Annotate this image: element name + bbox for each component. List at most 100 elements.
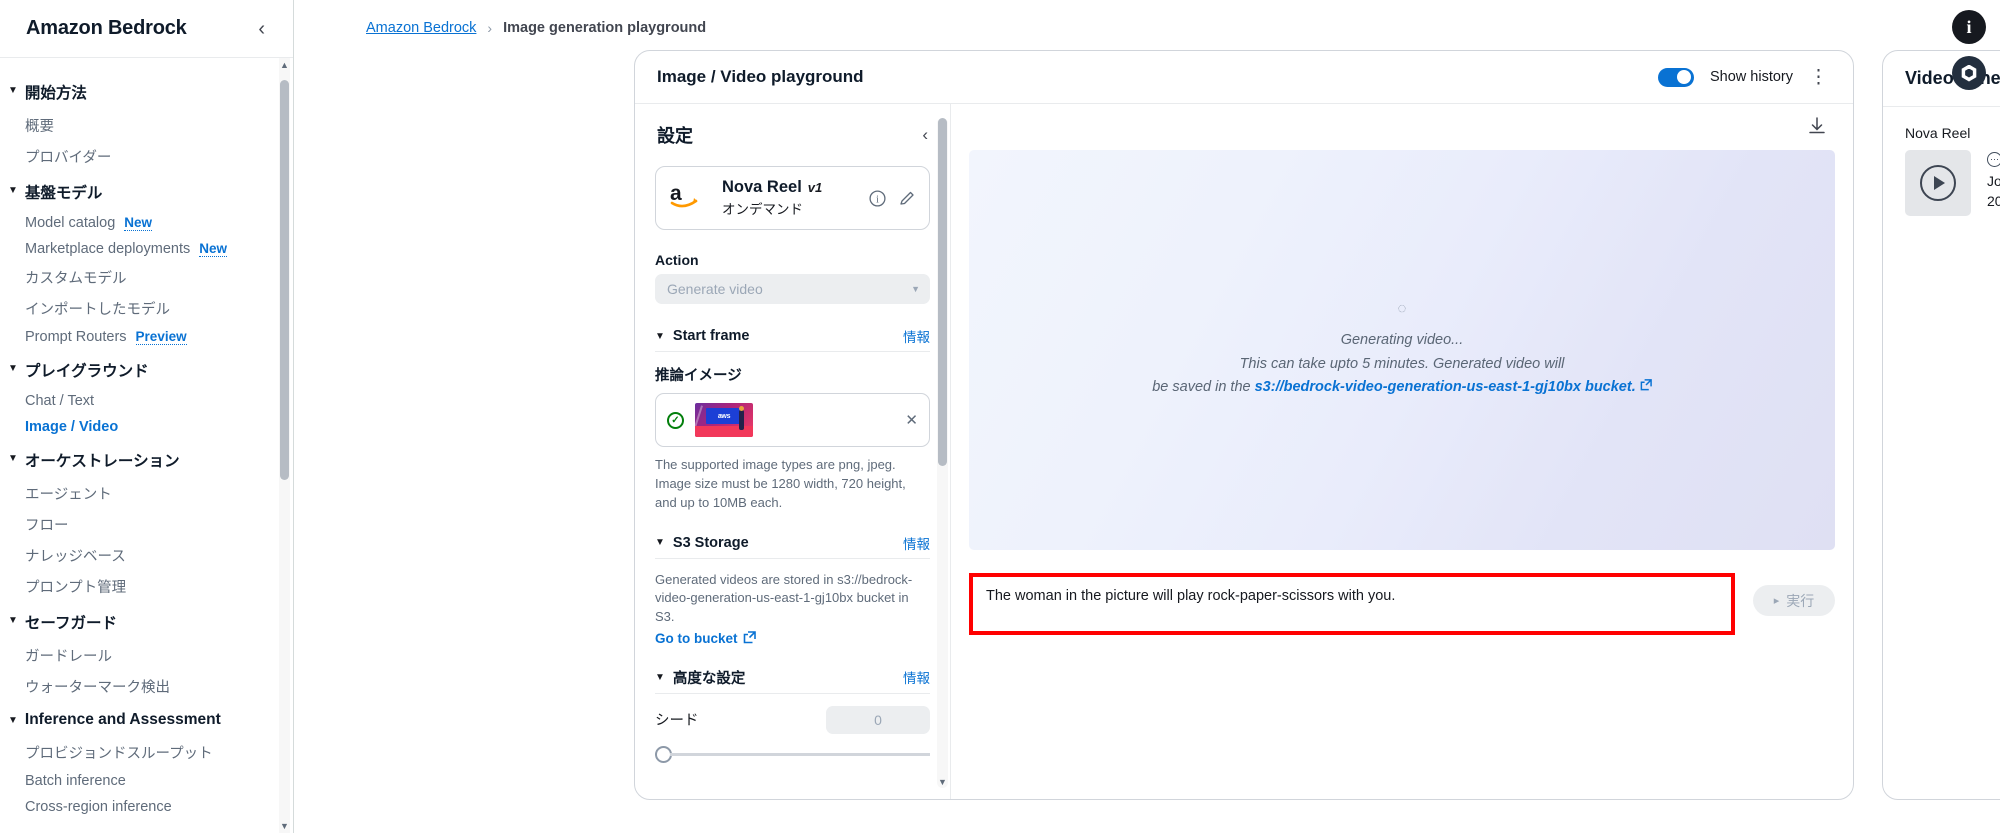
advanced-info-link[interactable]: 情報 bbox=[903, 667, 930, 687]
sidebar-item-[interactable]: ガードレール bbox=[0, 640, 293, 671]
s3-section-header[interactable]: ▼ S3 Storage 情報 bbox=[655, 533, 930, 559]
sidebar-group-label: 基盤モデル bbox=[24, 185, 103, 202]
sidebar-group-5[interactable]: ▼ Inference and Assessment bbox=[0, 702, 293, 737]
seed-label: シード bbox=[655, 713, 699, 730]
advanced-section-header[interactable]: ▼ 高度な設定 情報 bbox=[655, 667, 930, 694]
stage-screen: aws bbox=[706, 408, 742, 424]
seed-slider[interactable] bbox=[655, 745, 930, 763]
sidebar-item-[interactable]: 概要 bbox=[0, 110, 293, 141]
sidebar-item-[interactable]: ウォーターマーク検出 bbox=[0, 671, 293, 702]
prompt-input[interactable] bbox=[986, 586, 1718, 622]
sidebar: Amazon Bedrock ‹ ▼ 開始方法 概要 プロバイダー ▼ 基盤モデル Mode… bbox=[0, 0, 294, 833]
sidebar-item-marketplace-deployments[interactable]: Marketplace deployments New bbox=[0, 236, 293, 262]
jobs-list: Nova Reel ⋯In progress Job ID: 0mrm39bzbvq… bbox=[1883, 107, 2000, 216]
remove-image-icon[interactable]: ✕ bbox=[905, 411, 918, 429]
play-icon[interactable] bbox=[1920, 165, 1956, 201]
info-fab[interactable]: i bbox=[1952, 10, 1986, 44]
sidebar-item-label: ナレッジベース bbox=[25, 549, 126, 565]
start-frame-title-row: ▼ Start frame bbox=[655, 327, 749, 346]
sidebar-group-3[interactable]: ▼ オーケストレーション bbox=[0, 440, 293, 478]
sidebar-item-cross-region-inference[interactable]: Cross-region inference bbox=[0, 794, 293, 820]
playground-card: Image / Video playground Show history ⋮ … bbox=[634, 50, 1854, 800]
playground-more-options-icon[interactable]: ⋮ bbox=[1809, 68, 1829, 87]
external-link-icon[interactable] bbox=[1640, 379, 1652, 394]
sidebar-item-chat-text[interactable]: Chat / Text bbox=[0, 388, 293, 414]
run-button-label: 実行 bbox=[1786, 592, 1815, 609]
settings-scrollbar[interactable]: ▲ ▼ bbox=[937, 118, 948, 788]
download-icon[interactable] bbox=[1807, 116, 1827, 146]
go-to-bucket-link[interactable]: Go to bucket bbox=[655, 630, 756, 647]
run-button[interactable]: ▸ 実行 bbox=[1753, 585, 1835, 616]
sidebar-item-image-video[interactable]: Image / Video bbox=[0, 414, 293, 440]
sidebar-scroll-thumb[interactable] bbox=[280, 80, 289, 480]
settings-collapse-icon[interactable]: ‹ bbox=[922, 125, 928, 145]
sidebar-item-[interactable]: エージェント bbox=[0, 478, 293, 509]
preview-pane: ◌ Generating video... This can take upto… bbox=[951, 104, 1853, 799]
sidebar-item-[interactable]: プロビジョンドスループット bbox=[0, 737, 293, 768]
sidebar-collapse-icon[interactable]: ‹ bbox=[252, 17, 271, 41]
sidebar-item-prompt-routers[interactable]: Prompt Routers Preview bbox=[0, 324, 293, 350]
stage-floor bbox=[695, 426, 753, 437]
sidebar-item-[interactable]: プロンプト管理 bbox=[0, 571, 293, 602]
playground-body: 設定 ‹ a Nova Reel v1 オンデマンド i Action Gene… bbox=[635, 104, 1853, 799]
sidebar-header: Amazon Bedrock ‹ bbox=[0, 0, 293, 58]
sidebar-item-label: インポートしたモデル bbox=[25, 302, 170, 318]
s3-info-link[interactable]: 情報 bbox=[903, 533, 930, 553]
section-caret-icon: ▼ bbox=[655, 537, 665, 549]
sidebar-group-4[interactable]: ▼ セーフガード bbox=[0, 602, 293, 640]
sidebar-item-[interactable]: プロバイダー bbox=[0, 141, 293, 172]
seed-input[interactable] bbox=[826, 705, 930, 734]
job-thumbnail[interactable] bbox=[1905, 150, 1971, 216]
sidebar-item-batch-inference[interactable]: Batch inference bbox=[0, 768, 293, 794]
scroll-down-icon[interactable]: ▼ bbox=[280, 821, 289, 831]
sidebar-scrollbar[interactable]: ▲ ▼ bbox=[279, 58, 290, 833]
sidebar-item-badge: New bbox=[124, 215, 153, 231]
loading-spinner-icon: ◌ bbox=[1397, 299, 1407, 317]
start-frame-image-item[interactable]: ✓ aws ✕ bbox=[655, 393, 930, 447]
chevron-down-icon: ▼ bbox=[911, 284, 920, 294]
start-frame-section-header[interactable]: ▼ Start frame 情報 bbox=[655, 326, 930, 352]
breadcrumb: Amazon Bedrock › Image generation playgr… bbox=[294, 14, 2000, 36]
sidebar-item-[interactable]: ナレッジベース bbox=[0, 540, 293, 571]
sidebar-item-[interactable]: インポートしたモデル bbox=[0, 293, 293, 324]
sidebar-group-2[interactable]: ▼ プレイグラウンド bbox=[0, 350, 293, 388]
svg-text:a: a bbox=[670, 183, 682, 205]
job-item: Nova Reel ⋯In progress Job ID: 0mrm39bzbvq… bbox=[1905, 125, 2000, 216]
settings-scroll-content: a Nova Reel v1 オンデマンド i Action Generate … bbox=[635, 166, 950, 763]
pencil-icon[interactable] bbox=[899, 190, 916, 207]
amazon-logo-icon: a bbox=[669, 182, 709, 214]
settings-title: 設定 bbox=[657, 126, 693, 146]
sidebar-group-0[interactable]: ▼ 開始方法 bbox=[0, 72, 293, 110]
start-frame-info-link[interactable]: 情報 bbox=[903, 326, 930, 346]
assistant-fab[interactable] bbox=[1952, 56, 1986, 90]
sidebar-item-[interactable]: フロー bbox=[0, 509, 293, 540]
external-link-icon bbox=[743, 630, 756, 647]
sidebar-item-label: Image / Video bbox=[25, 419, 119, 435]
breadcrumb-root-link[interactable]: Amazon Bedrock bbox=[366, 20, 476, 36]
toggle-knob bbox=[1677, 70, 1692, 84]
sidebar-item-[interactable]: カスタムモデル bbox=[0, 262, 293, 293]
sidebar-group-label: オーケストレーション bbox=[24, 453, 180, 470]
sidebar-group-label: セーフガード bbox=[24, 615, 117, 632]
slider-track[interactable] bbox=[670, 752, 930, 756]
sidebar-item-label: プロビジョンドスループット bbox=[25, 746, 213, 762]
sidebar-item-label: Prompt Routers bbox=[25, 329, 127, 345]
model-selector[interactable]: a Nova Reel v1 オンデマンド i bbox=[655, 166, 930, 230]
scroll-up-icon[interactable]: ▲ bbox=[280, 60, 289, 70]
go-to-bucket-label: Go to bucket bbox=[655, 631, 738, 647]
start-frame-help-text: The supported image types are png, jpeg.… bbox=[655, 457, 906, 510]
job-status: ⋯In progress bbox=[1987, 151, 2000, 167]
action-select[interactable]: Generate video ▼ bbox=[655, 274, 930, 304]
info-icon[interactable]: i bbox=[869, 189, 886, 207]
settings-scroll-thumb[interactable] bbox=[938, 118, 947, 466]
action-select-value: Generate video bbox=[667, 281, 763, 297]
page-title: Image / Video playground bbox=[657, 67, 864, 86]
sidebar-group-1[interactable]: ▼ 基盤モデル bbox=[0, 172, 293, 210]
show-history-toggle[interactable] bbox=[1657, 67, 1694, 87]
scroll-down-icon[interactable]: ▼ bbox=[938, 777, 947, 787]
prompt-input-highlight bbox=[969, 573, 1735, 635]
s3-bucket-link[interactable]: s3://bedrock-video-generation-us-east-1-… bbox=[1255, 379, 1636, 395]
advanced-title-row: ▼ 高度な設定 bbox=[655, 667, 745, 688]
sidebar-item-model-catalog[interactable]: Model catalog New bbox=[0, 210, 293, 236]
job-row: ⋯In progress Job ID: 0mrm39bzbvqy 2024/12/… bbox=[1905, 150, 2000, 216]
